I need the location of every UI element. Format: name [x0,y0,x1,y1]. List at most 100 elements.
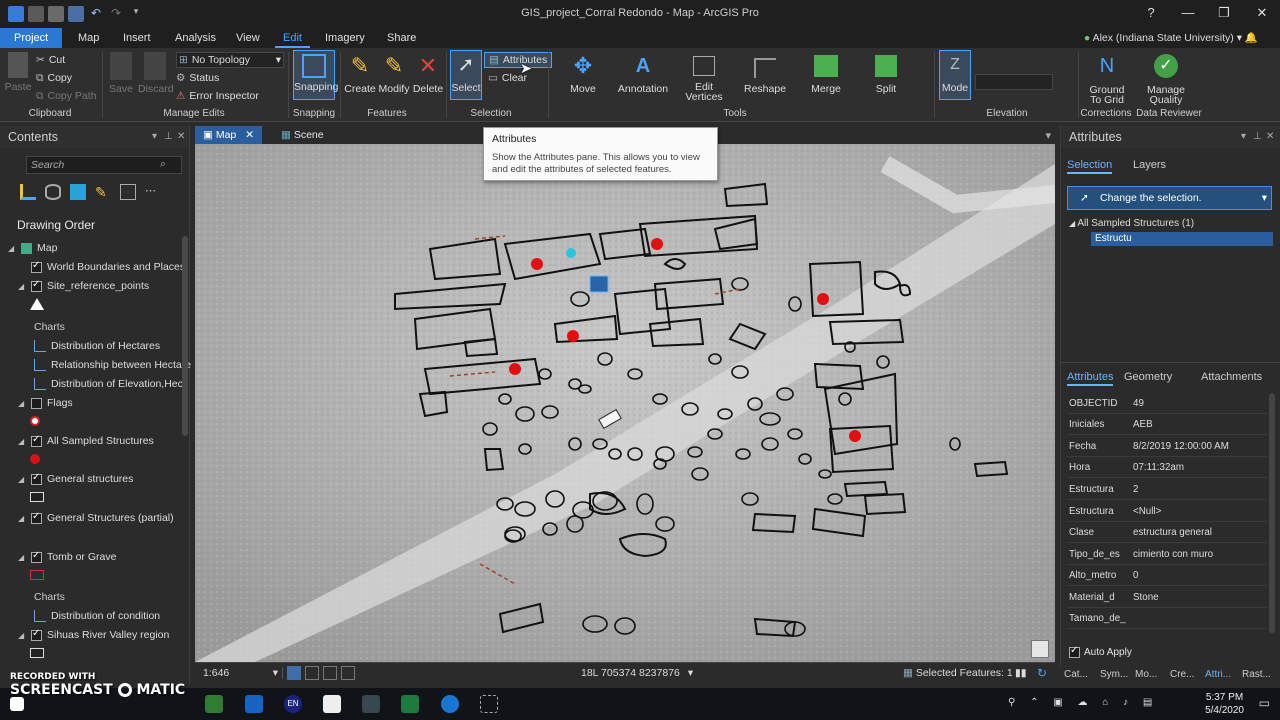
file-explorer-icon[interactable] [205,695,223,713]
redo-icon[interactable]: ↷ [108,6,124,22]
media-app-icon[interactable] [323,695,341,713]
open-project-icon[interactable] [48,6,64,22]
snapping-button[interactable]: Snapping [293,50,338,100]
list-by-source-icon[interactable] [45,184,61,200]
tab-imagery[interactable]: Imagery [317,28,373,48]
refresh-icon[interactable]: ↻ [1037,666,1047,680]
tree-feature-item[interactable]: Estructu [1091,232,1273,246]
terminal-icon[interactable] [362,695,380,713]
layer-visibility-checkbox[interactable] [31,434,42,447]
list-by-selection-icon[interactable] [70,184,86,200]
list-by-editing-icon[interactable]: ✎ [95,184,111,200]
copy-path-button[interactable]: ⧉ Copy Path [36,88,97,104]
tab-analysis[interactable]: Analysis [167,28,224,48]
elevation-value-box[interactable] [975,74,1053,90]
toc-item-sihuas[interactable]: ◢Sihuas River Valley region [18,628,169,642]
change-selection-dropdown[interactable]: ➚ Change the selection. ▾ [1067,186,1272,210]
move-button[interactable]: ✥ Move [566,52,600,95]
user-account[interactable]: ● Alex (Indiana State University) ▾ 🔔 [1084,31,1258,44]
attribute-row[interactable]: Iniciales AEB [1067,414,1267,435]
annotation-button[interactable]: A Annotation [617,52,669,95]
reshape-button[interactable]: Reshape [744,52,786,95]
navigation-tools[interactable] [287,666,355,680]
paste-button[interactable]: Paste [4,52,32,93]
notepad-icon[interactable] [245,695,263,713]
cut-button[interactable]: ✂ Cut [36,52,65,68]
pause-icon[interactable] [341,666,355,680]
discard-edits-button[interactable]: Discard [138,52,174,95]
tab-catalog[interactable]: Cat... [1064,669,1088,680]
error-inspector-button[interactable]: ⚠ Error Inspector [176,88,259,104]
pin-icon[interactable]: ⊥ [164,126,173,148]
tab-share[interactable]: Share [379,28,424,48]
language-app-icon[interactable]: EN [284,695,302,713]
tab-selection[interactable]: Selection [1067,159,1113,174]
layer-visibility-checkbox[interactable] [31,628,42,641]
tab-create[interactable]: Cre... [1170,669,1194,680]
toc-item-general-structures-partial[interactable]: ◢General Structures (partial) [18,511,174,525]
toc-chart-hectares[interactable]: Distribution of Hectares [34,340,160,352]
tab-view[interactable]: View [228,28,268,48]
pause-drawing-icon[interactable]: ▮▮ [1015,667,1027,679]
toc-chart-relationship[interactable]: Relationship between Hectare [34,359,191,371]
toc-item-site-reference-points[interactable]: ◢Site_reference_points [18,279,149,293]
pane-options-icon[interactable]: ▾ [152,126,157,148]
auto-apply-checkbox[interactable]: Auto Apply [1069,645,1132,658]
layer-visibility-checkbox[interactable] [31,472,42,485]
grid-icon[interactable] [305,666,319,680]
map-navigator-icon[interactable] [1031,640,1049,658]
close-pane-icon[interactable]: ✕ [1266,126,1274,148]
tab-attributes[interactable]: Attributes [1067,371,1114,386]
tab-insert[interactable]: Insert [115,28,159,48]
layer-visibility-checkbox[interactable] [31,260,42,273]
delete-button[interactable]: ✕ Delete [412,52,444,95]
toc-item-map[interactable]: ◢ Map [8,242,57,254]
notifications-icon[interactable]: ▭ [1259,696,1270,710]
edit-vertices-button[interactable]: Edit Vertices [684,52,724,102]
notification-bell-icon[interactable]: 🔔 [1245,32,1258,44]
list-by-snapping-icon[interactable] [120,184,136,200]
toc-chart-elevation[interactable]: Distribution of Elevation,Hect [34,378,186,390]
windows-start-icon[interactable] [10,697,24,711]
attribute-row[interactable]: OBJECTID 49 [1067,393,1267,414]
pin-icon[interactable]: ⊥ [1253,126,1262,148]
save-edits-button[interactable]: Save [106,52,136,95]
close-window-button[interactable]: ✕ [1248,4,1276,22]
undo-icon[interactable]: ↶ [88,6,104,22]
tab-modify[interactable]: Mo... [1135,669,1157,680]
selected-features-count[interactable]: ▦ Selected Features: 1 [903,667,1013,679]
status-button[interactable]: ⚙ Status [176,70,219,86]
select-button[interactable]: ➚ Select [450,50,482,100]
merge-button[interactable]: Merge [809,52,843,95]
layer-visibility-checkbox[interactable] [31,511,42,524]
system-tray-icons[interactable]: ⚲ ⌃ ▣ ☁ ⌂ ♪ ▤ [1008,697,1158,708]
ground-to-grid-button[interactable]: N Ground To Grid [1086,52,1128,105]
mode-button[interactable]: Z Mode [939,50,971,100]
chevron-down-icon[interactable]: ▾ [688,667,693,679]
close-tab-icon[interactable]: ✕ [245,129,254,141]
layer-visibility-checkbox[interactable] [31,550,42,563]
attribute-row[interactable]: Material_d Stone [1067,587,1267,608]
topology-dropdown[interactable]: ⊞ No Topology ▾ [176,52,284,68]
customize-toolbar-icon[interactable]: ▾ [128,6,144,22]
list-by-labeling-icon[interactable]: ⋯ [145,184,161,200]
attribute-row[interactable]: Fecha 8/2/2019 12:00:00 AM [1067,436,1267,457]
attributes-scrollbar[interactable] [1269,393,1275,633]
contents-scrollbar[interactable] [182,236,188,436]
close-pane-icon[interactable]: ✕ [177,126,185,148]
grid-icon[interactable] [287,666,301,680]
copy-button[interactable]: ⧉ Copy [36,70,72,86]
tab-layers[interactable]: Layers [1133,159,1166,171]
toc-chart-condition[interactable]: Distribution of condition [34,610,160,622]
new-project-icon[interactable] [28,6,44,22]
manage-quality-button[interactable]: ✓ Manage Quality [1145,52,1187,105]
contents-search-input[interactable]: Search [26,156,182,174]
tab-project[interactable]: Project [0,28,63,48]
tab-geometry[interactable]: Geometry [1124,371,1172,383]
attribute-row[interactable]: Alto_metro 0 [1067,565,1267,586]
arcgis-pro-icon[interactable] [441,695,459,713]
help-button[interactable]: ? [1137,4,1165,22]
map-canvas[interactable] [195,144,1055,662]
chevron-down-icon[interactable]: ▾ [1045,129,1051,142]
tab-map-view[interactable]: ▣ Map ✕ [195,126,263,144]
